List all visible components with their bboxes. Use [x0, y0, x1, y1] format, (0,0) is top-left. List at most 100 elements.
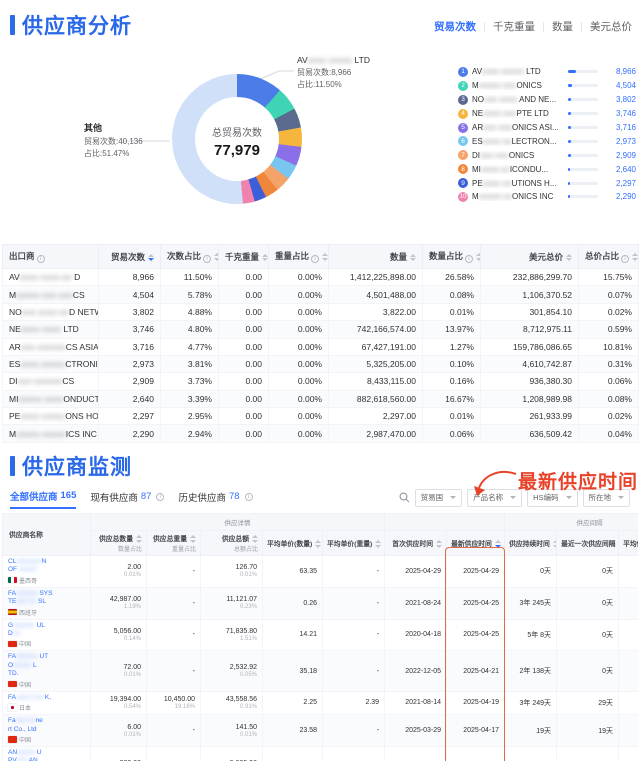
cell: 0.00% [269, 408, 329, 425]
metric-tab[interactable]: 千克重量 [493, 19, 535, 34]
last-gap-cell: 0天 [557, 587, 619, 619]
chevron-down-icon [450, 496, 456, 499]
legend-item[interactable]: 4 NEeeee eeePTE LTD 3,746 [458, 107, 636, 121]
legend-item[interactable]: 5 AReee eeeONICS ASI... 3,716 [458, 121, 636, 135]
supplier-name-cell[interactable]: FAeeee eee K, 日本 [3, 691, 91, 714]
supplier-name-link[interactable]: Faeee eenert Co., Ltd [8, 717, 85, 734]
supplier-name-link[interactable]: ANeeeee UPVeee ANUFee CO [8, 749, 85, 761]
supply-gap-group-header: 供应间隔 [505, 513, 638, 530]
legend-item[interactable]: 3 NOeee eeee AND NE... 3,802 [458, 93, 636, 107]
legend-bar [568, 98, 598, 101]
column-header[interactable]: 美元总价 [481, 245, 579, 269]
metric-tab[interactable]: 贸易次数 [434, 19, 476, 34]
supplier-name-link[interactable]: FAeeee eee K, [8, 694, 85, 702]
info-icon: i [156, 493, 164, 501]
info-icon: i [465, 255, 473, 263]
last-gap-cell: 78天 [557, 747, 619, 761]
cell: 1,208,989.98 [481, 390, 579, 407]
cell: 0.16% [423, 373, 481, 390]
legend-item[interactable]: 2 Meeeee eeeONICS 4,504 [458, 79, 636, 93]
group-header-row: 供应商名称 供应详情 供应间隔 [3, 513, 639, 530]
filter-dropdown[interactable]: HS编码 [527, 489, 577, 507]
cell: 3,716 [99, 338, 161, 355]
metric-tab[interactable]: 美元总价 [590, 19, 632, 34]
legend-rank-badge: 10 [458, 192, 468, 202]
legend-item[interactable]: 7 DIeee eeeONICS 2,909 [458, 148, 636, 162]
filter-dropdown[interactable]: 贸易国 [415, 489, 463, 507]
avg-gap-cell: 11天 [619, 587, 638, 619]
avg-price-qty-cell: 0.26 [263, 587, 323, 619]
supplier-name-cell[interactable]: Geeeeee ULDee 中国 [3, 619, 91, 651]
supplier-name-cell[interactable]: Faeee eenert Co., Ltd 中国 [3, 715, 91, 747]
column-header[interactable]: 首次供应时间 [385, 530, 447, 555]
exporter-name-link[interactable]: DIeee eeeeeeCS [3, 373, 99, 390]
redacted-text: eeee eee [483, 109, 516, 118]
supplier-name-link[interactable]: CLeeeeeeeNOF eeeee [8, 558, 85, 575]
column-header[interactable]: 平均供应间隔 [619, 530, 638, 555]
column-header[interactable]: 总价占比i [579, 245, 639, 269]
column-header[interactable]: 供应总额总额占比 [201, 530, 263, 555]
legend-item[interactable]: 9 PEeeee eeUTIONS H... 2,297 [458, 176, 636, 190]
weight-cell: - [147, 619, 201, 651]
analysis-section: 供应商分析 贸易次数千克重量数量美元总价 总贸易次数 77,979 其他 贸易次… [0, 0, 640, 443]
supplier-name-cell[interactable]: ANeeeee UPVeee ANUFee CO 中国 [3, 747, 91, 761]
legend-value: 8,966 [602, 67, 636, 76]
search-icon[interactable] [399, 492, 410, 503]
filter-dropdown[interactable]: 产品名称 [467, 489, 522, 507]
legend-item[interactable]: 6 ESeeee eeLECTRON... 2,973 [458, 134, 636, 148]
percent-sub-value: 0.01% [206, 732, 257, 738]
exporter-name-link[interactable]: Meeeee eeeeeICS INC [3, 425, 99, 442]
supplier-name-link[interactable]: FAeeeeee UTOeeeee LTD. [8, 653, 85, 678]
column-header[interactable]: 供应总数量数量占比 [91, 530, 147, 555]
latest-supply-cell: 2025-04-17 [447, 715, 505, 747]
supplier-name-cell[interactable]: FAeeeeee SYSTEeee ee SL 西班牙 [3, 587, 91, 619]
column-header[interactable]: 供应持续时间 [505, 530, 557, 555]
supplier-name-cell[interactable]: FAeeeeee UTOeeeee LTD. 中国 [3, 651, 91, 691]
column-header[interactable]: 数量 [329, 245, 423, 269]
cell: 0.00 [219, 408, 269, 425]
column-header[interactable]: 最新供应时间 [447, 530, 505, 555]
percent-sub-value: 19.16% [152, 704, 195, 710]
column-header[interactable]: 供应总重量重量占比 [147, 530, 201, 555]
supplier-filter-tab[interactable]: 全部供应商 165 [10, 489, 76, 509]
exporter-name-link[interactable]: ESeeee eeeeeCTRONIC... [3, 355, 99, 372]
exporter-name-link[interactable]: Meeeee eee eeeCS [3, 286, 99, 303]
supplier-name-cell[interactable]: CLeeeeeeeNOF eeeee 墨西哥 [3, 555, 91, 587]
legend-item[interactable]: 10 Meeeee eeONICS INC 2,290 [458, 190, 636, 204]
exporter-name-link[interactable]: PEeeee eeeeeONS HOS... [3, 408, 99, 425]
monitor-table-wrap: 供应商名称 供应详情 供应间隔 供应总数量数量占比供应总重量重量占比供应总额总额… [2, 513, 638, 761]
last-gap-cell: 0天 [557, 619, 619, 651]
cell: 261,933.99 [481, 408, 579, 425]
column-header[interactable]: 出口商i [3, 245, 99, 269]
flag-icon [8, 609, 17, 616]
cell: 1,412,225,898.00 [329, 269, 423, 286]
column-header[interactable]: 千克重量 [219, 245, 269, 269]
exporter-name-link[interactable]: AReee eeeeeeCS ASIA S... [3, 338, 99, 355]
redacted-text: eee eeee [484, 95, 517, 104]
first-supply-cell: 2022-12-05 [385, 651, 447, 691]
legend-supplier-name: PEeeee eeUTIONS H... [472, 179, 564, 188]
supplier-filter-tab[interactable]: 历史供应商 78i [178, 489, 252, 509]
exporter-name-link[interactable]: NEeeee eeee LTD [3, 321, 99, 338]
exporter-row: DIeee eeeeeeCS2,9093.73%0.000.00%8,433,1… [3, 373, 639, 390]
legend-item[interactable]: 1 AVeeee eeeee LTD 8,966 [458, 65, 636, 79]
column-header[interactable]: 平均单价(数量) [263, 530, 323, 555]
supplier-name-link[interactable]: FAeeeeee SYSTEeee ee SL [8, 590, 85, 607]
filter-dropdown[interactable]: 所在地 [583, 489, 631, 507]
column-header[interactable]: 贸易次数 [99, 245, 161, 269]
exporter-name-link[interactable]: AVeeee eeee-ee D [3, 269, 99, 286]
column-header[interactable]: 平均单价(重量) [323, 530, 385, 555]
cell: 0.10% [423, 355, 481, 372]
supplier-filter-tab[interactable]: 现有供应商 87i [90, 489, 164, 509]
cell: 0.00 [219, 373, 269, 390]
column-header[interactable]: 次数占比i [161, 245, 219, 269]
column-header[interactable]: 数量占比i [423, 245, 481, 269]
legend-item[interactable]: 8 MIeeee eeICONDU... 2,640 [458, 162, 636, 176]
cell: 0.08% [423, 286, 481, 303]
column-header[interactable]: 最近一次供应间隔 [557, 530, 619, 555]
metric-tab[interactable]: 数量 [552, 19, 573, 34]
exporter-name-link[interactable]: NOeee eeee eeD NETW... [3, 303, 99, 320]
exporter-name-link[interactable]: MIeeeee eeeeONDUCT... [3, 390, 99, 407]
supplier-name-link[interactable]: Geeeeee ULDee [8, 622, 85, 639]
column-header[interactable]: 重量占比i [269, 245, 329, 269]
